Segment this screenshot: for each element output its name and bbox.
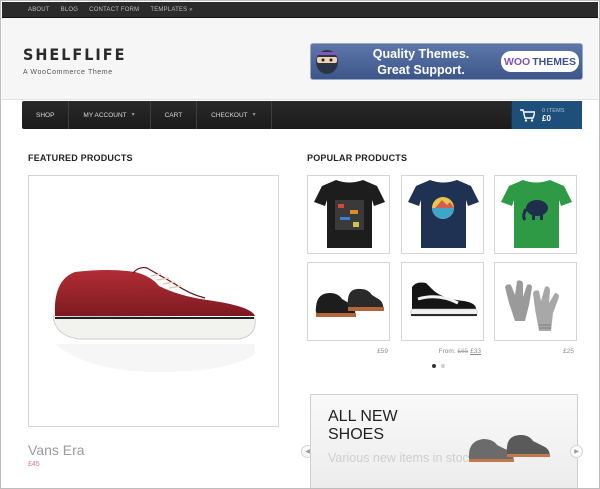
popular-heading: POPULAR PRODUCTS bbox=[307, 153, 408, 163]
vans-era-shoe-image bbox=[52, 266, 256, 372]
popular-product-thumb[interactable] bbox=[401, 262, 484, 341]
product-price: £25 bbox=[563, 348, 574, 355]
price-new: £33 bbox=[470, 348, 481, 355]
nav-item-checkout[interactable]: CHECKOUT ▼ bbox=[197, 101, 272, 129]
main-nav: SHOP MY ACCOUNT ▼ CART CHECKOUT ▼ 0 ITEM… bbox=[22, 101, 582, 129]
top-link-contact-form[interactable]: CONTACT FORM bbox=[89, 7, 139, 13]
popular-product-thumb[interactable] bbox=[494, 175, 577, 254]
nav-item-cart[interactable]: CART bbox=[151, 101, 198, 129]
popular-product-thumb[interactable] bbox=[307, 175, 390, 254]
popular-product-thumb[interactable] bbox=[494, 262, 577, 341]
chevron-down-icon: ▼ bbox=[251, 112, 257, 118]
featured-heading: FEATURED PRODUCTS bbox=[28, 153, 133, 163]
carousel-pagination bbox=[432, 364, 445, 368]
mini-cart[interactable]: 0 ITEMS £0 bbox=[511, 101, 582, 129]
cart-total: £0 bbox=[542, 114, 551, 123]
nav-label: MY ACCOUNT bbox=[83, 111, 127, 119]
price-from-label: From: bbox=[438, 348, 456, 355]
nav-label: SHOP bbox=[36, 111, 55, 119]
price-old: £65 bbox=[457, 348, 469, 355]
top-link-templates[interactable]: TEMPLATES » bbox=[150, 7, 192, 13]
top-links-bar: ABOUT BLOG CONTACT FORM TEMPLATES » bbox=[2, 2, 598, 18]
site-header: SHELFLIFE A WooCommerce Theme Quality Th… bbox=[2, 18, 598, 100]
featured-product-image[interactable] bbox=[28, 175, 279, 427]
popular-product-thumb[interactable] bbox=[307, 262, 390, 341]
carousel-dot[interactable] bbox=[432, 364, 436, 368]
page: ABOUT BLOG CONTACT FORM TEMPLATES » SHEL… bbox=[0, 0, 600, 489]
black-tshirt-image bbox=[314, 180, 385, 248]
brown-shoes-image bbox=[315, 288, 384, 317]
chevron-down-icon: ▼ bbox=[130, 112, 136, 118]
promo-shoes-image bbox=[468, 435, 550, 462]
promo-slide[interactable]: ALL NEW SHOES Various new items in stock bbox=[310, 394, 578, 488]
top-link-blog[interactable]: BLOG bbox=[61, 7, 78, 13]
top-link-about[interactable]: ABOUT bbox=[28, 7, 50, 13]
site-title[interactable]: SHELFLIFE bbox=[23, 45, 126, 64]
nav-item-my-account[interactable]: MY ACCOUNT ▼ bbox=[69, 101, 151, 129]
featured-product-name[interactable]: Vans Era bbox=[28, 442, 85, 458]
nav-label: CART bbox=[164, 111, 183, 119]
cart-icon bbox=[520, 108, 535, 122]
popular-product-thumb[interactable] bbox=[401, 175, 484, 254]
featured-product-price: £45 bbox=[28, 461, 40, 468]
product-price-range: From: £65 £33 bbox=[439, 348, 481, 355]
carousel-dot[interactable] bbox=[441, 364, 445, 368]
promo-title-line-2: SHOES bbox=[328, 426, 385, 443]
ninja-icon bbox=[316, 50, 338, 74]
promo-subtitle: Various new items in stock bbox=[328, 451, 476, 465]
logo-themes: THEMES bbox=[532, 55, 576, 68]
green-tshirt-image bbox=[501, 180, 572, 248]
banner-line-1: Quality Themes. bbox=[372, 47, 470, 61]
arrow-right-icon[interactable]: ▶ bbox=[570, 445, 583, 458]
banner-line-2: Great Support. bbox=[377, 63, 465, 77]
woothemes-banner[interactable]: Quality Themes. Great Support. WOO THEME… bbox=[310, 43, 583, 80]
product-price: £59 bbox=[377, 348, 388, 355]
black-sneaker-image bbox=[410, 282, 478, 317]
site-tagline: A WooCommerce Theme bbox=[23, 69, 113, 76]
navy-tshirt-image bbox=[408, 180, 479, 248]
grey-gloves-image bbox=[505, 280, 559, 331]
promo-title-line-1: ALL NEW bbox=[328, 408, 398, 425]
nav-item-shop[interactable]: SHOP bbox=[22, 101, 70, 129]
logo-woo: WOO bbox=[503, 55, 531, 68]
nav-label: CHECKOUT bbox=[211, 111, 248, 119]
woothemes-logo: WOO THEMES bbox=[501, 51, 579, 72]
